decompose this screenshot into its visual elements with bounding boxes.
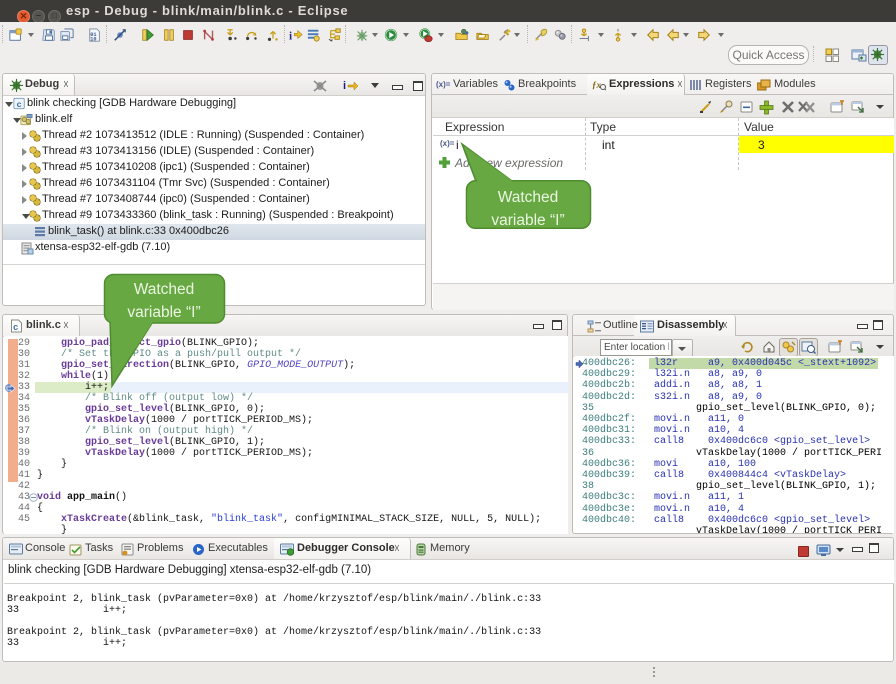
svg-text:Watched: Watched	[498, 189, 559, 206]
svg-text:Watched: Watched	[134, 281, 195, 298]
svg-text:i: i	[289, 30, 292, 42]
svg-text:variable “I”: variable “I”	[127, 304, 200, 321]
svg-text:ƒx: ƒx	[592, 80, 602, 90]
svg-text:c: c	[16, 100, 21, 110]
svg-text:c: c	[13, 323, 18, 333]
svg-text:i: i	[343, 80, 346, 91]
svg-text:10: 10	[90, 36, 96, 42]
svg-text:variable “I”: variable “I”	[491, 212, 564, 229]
